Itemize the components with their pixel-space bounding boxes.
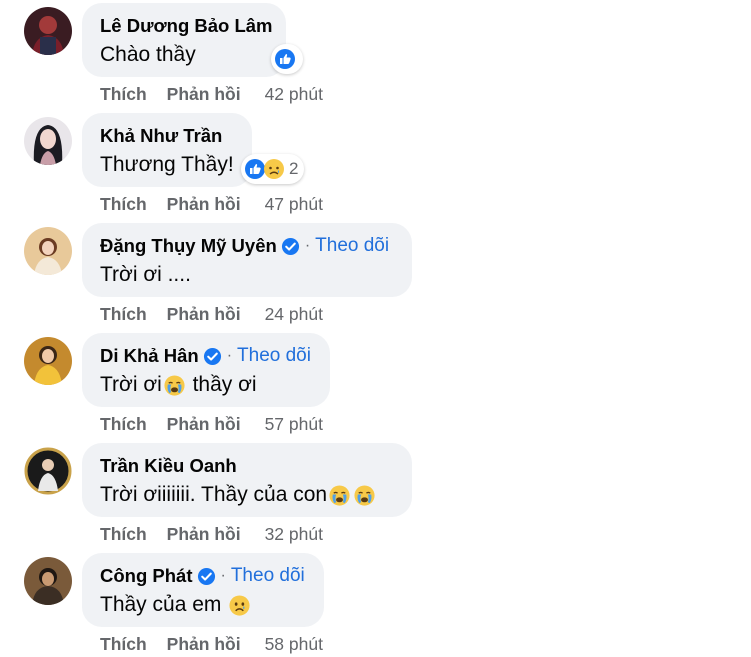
comment-time[interactable]: 24 phút: [265, 304, 323, 325]
comment-bubble: Công Phát · Theo dõi Thầy của em: [82, 553, 324, 627]
comment-time[interactable]: 58 phút: [265, 634, 323, 655]
commenter-name[interactable]: Khả Như Trần: [100, 125, 222, 147]
comment-actions: Thích Phản hồi 47 phút: [100, 191, 323, 217]
follow-link[interactable]: Theo dõi: [237, 345, 311, 367]
sad-icon: [264, 159, 284, 179]
comment-text: Trời ơi thầy ơi: [100, 373, 257, 397]
verified-badge-icon: [197, 567, 216, 586]
comment-bubble: Lê Dương Bảo Lâm Chào thầy: [82, 3, 286, 77]
avatar[interactable]: [24, 447, 72, 495]
comment-text: Trời ơiiiiiii. Thầy của con: [100, 480, 394, 510]
crying-face-icon: [163, 374, 186, 397]
commenter-name[interactable]: Đặng Thụy Mỹ Uyên: [100, 235, 277, 257]
verified-badge-icon: [203, 347, 222, 366]
avatar[interactable]: [24, 7, 72, 55]
crying-face-icon: [328, 484, 351, 507]
comment-bubble: Khả Như Trần Thương Thầy!: [82, 113, 252, 187]
avatar[interactable]: [24, 227, 72, 275]
crying-face-icon: [353, 484, 376, 507]
comment-bubble: Đặng Thụy Mỹ Uyên · Theo dõi Trời ơi ...…: [82, 223, 412, 297]
reply-action[interactable]: Phản hồi: [167, 84, 241, 105]
comment-time[interactable]: 32 phút: [265, 524, 323, 545]
comment-bubble: Trần Kiều Oanh Trời ơiiiiiii. Thầy của c…: [82, 443, 412, 517]
like-action[interactable]: Thích: [100, 524, 147, 545]
comment-text: Thầy của em: [100, 590, 306, 620]
separator-dot: ·: [304, 237, 311, 254]
like-action[interactable]: Thích: [100, 84, 147, 105]
comment-text: Chào thầy: [100, 43, 196, 66]
like-action[interactable]: Thích: [100, 634, 147, 655]
comment-time[interactable]: 42 phút: [265, 84, 323, 105]
reply-action[interactable]: Phản hồi: [167, 194, 241, 215]
separator-dot: ·: [226, 347, 233, 364]
avatar[interactable]: [24, 337, 72, 385]
comment-bubble: Di Khả Hân · Theo dõi Trời ơi thầy ơi: [82, 333, 330, 407]
comment-actions: Thích Phản hồi 24 phút: [100, 301, 323, 327]
comment-text: Thương Thầy!: [100, 153, 234, 176]
commenter-name[interactable]: Di Khả Hân: [100, 345, 199, 367]
verified-badge-icon: [281, 237, 300, 256]
comment-time[interactable]: 57 phút: [265, 414, 323, 435]
commenter-name[interactable]: Lê Dương Bảo Lâm: [100, 15, 273, 37]
like-action[interactable]: Thích: [100, 414, 147, 435]
comment-5: Trần Kiều Oanh Trời ơiiiiiii. Thầy của c…: [0, 440, 751, 550]
reply-action[interactable]: Phản hồi: [167, 634, 241, 655]
separator-dot: ·: [220, 567, 226, 584]
follow-link[interactable]: Theo dõi: [315, 235, 389, 257]
like-action[interactable]: Thích: [100, 304, 147, 325]
reply-action[interactable]: Phản hồi: [167, 304, 241, 325]
comment-1: Lê Dương Bảo Lâm Chào thầy Thích Phản hồ…: [0, 0, 751, 110]
sad-face-icon: [228, 594, 251, 617]
comment-actions: Thích Phản hồi 32 phút: [100, 521, 323, 547]
reaction-summary[interactable]: 2: [241, 154, 305, 184]
commenter-name[interactable]: Trần Kiều Oanh: [100, 455, 237, 477]
like-icon: [275, 49, 295, 69]
follow-link[interactable]: Theo dõi: [231, 565, 305, 587]
reaction-summary[interactable]: [271, 44, 303, 74]
comment-text: Trời ơi ....: [100, 263, 191, 286]
comment-4: Di Khả Hân · Theo dõi Trời ơi thầy ơi Th…: [0, 330, 751, 440]
avatar[interactable]: [24, 557, 72, 605]
comment-actions: Thích Phản hồi 57 phút: [100, 411, 323, 437]
reply-action[interactable]: Phản hồi: [167, 524, 241, 545]
comment-6: Công Phát · Theo dõi Thầy của em Thích P…: [0, 550, 751, 657]
reaction-count: 2: [289, 159, 299, 178]
commenter-name[interactable]: Công Phát: [100, 565, 193, 587]
comment-2: Khả Như Trần Thương Thầy! 2 Thích Phản h…: [0, 110, 751, 220]
comment-time[interactable]: 47 phút: [265, 194, 323, 215]
reply-action[interactable]: Phản hồi: [167, 414, 241, 435]
comment-actions: Thích Phản hồi 42 phút: [100, 81, 323, 107]
comment-3: Đặng Thụy Mỹ Uyên · Theo dõi Trời ơi ...…: [0, 220, 751, 330]
like-action[interactable]: Thích: [100, 194, 147, 215]
avatar[interactable]: [24, 117, 72, 165]
comment-actions: Thích Phản hồi 58 phút: [100, 631, 323, 657]
